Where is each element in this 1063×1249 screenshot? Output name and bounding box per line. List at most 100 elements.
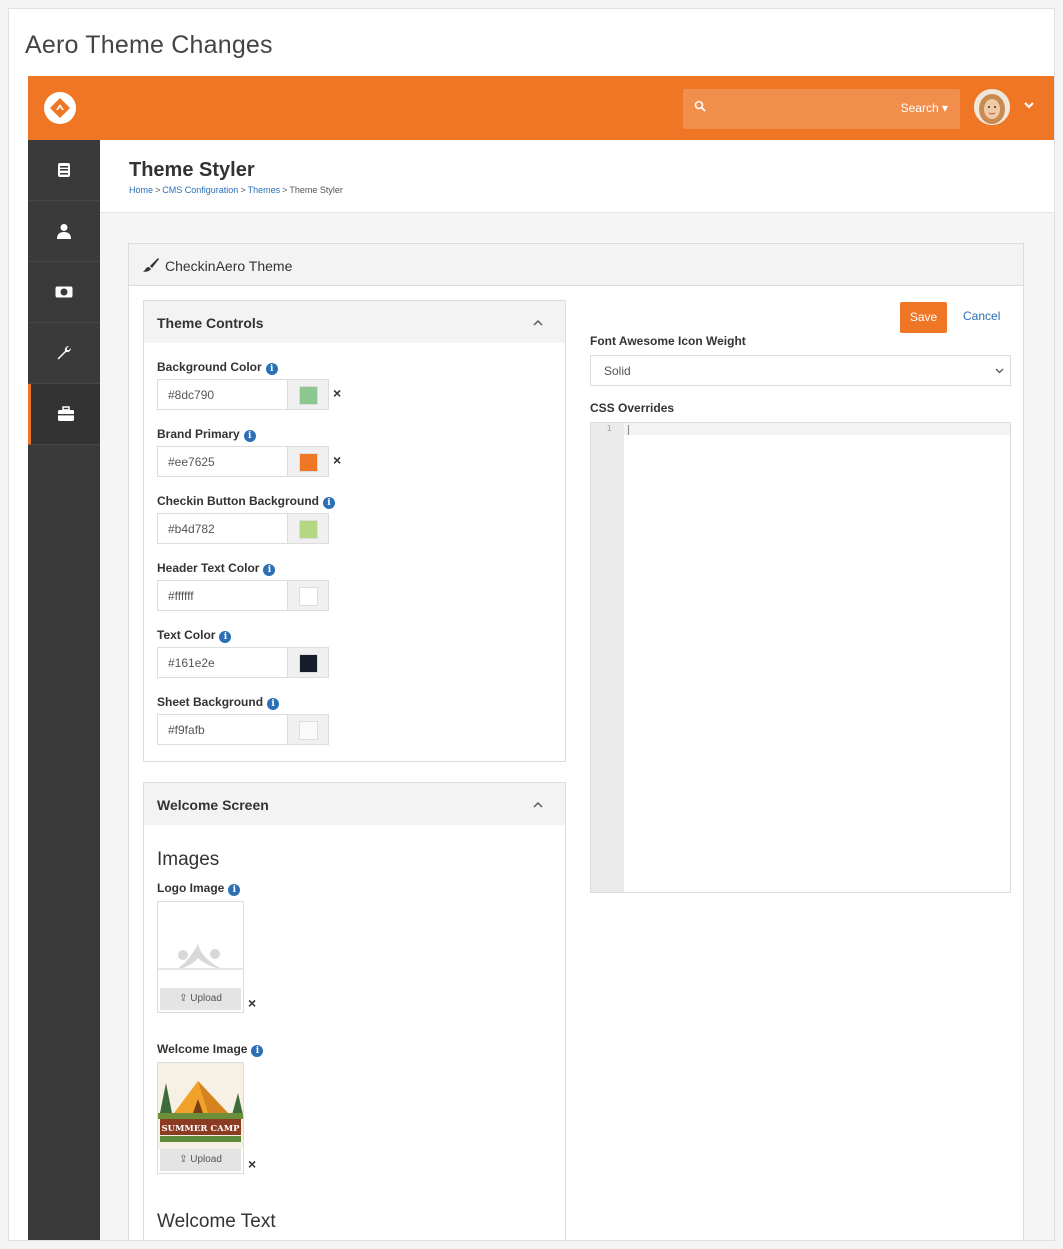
breadcrumb-themes[interactable]: Themes: [248, 185, 281, 195]
editor-gutter: 1: [591, 423, 624, 892]
chevron-up-icon[interactable]: [533, 319, 543, 327]
theme-card: CheckinAero Theme Theme Controls Backgro…: [128, 243, 1024, 1240]
color-picker-button[interactable]: [288, 446, 329, 477]
color-swatch: [299, 587, 318, 606]
color-picker-button[interactable]: [288, 580, 329, 611]
wrench-icon: [57, 345, 72, 360]
header-text-color-input[interactable]: #ffffff: [157, 580, 288, 611]
page-title: Theme Styler: [129, 159, 255, 181]
remove-image-button[interactable]: ×: [248, 995, 256, 1011]
font-weight-select[interactable]: Solid: [590, 355, 1011, 386]
breadcrumb-home[interactable]: Home: [129, 185, 153, 195]
chevron-down-icon[interactable]: [1022, 98, 1036, 112]
panel-title: Theme Controls: [157, 315, 264, 331]
search-input[interactable]: Search ▾: [683, 89, 960, 129]
info-icon[interactable]: i: [267, 698, 280, 710]
images-heading: Images: [157, 849, 220, 870]
theme-controls-header[interactable]: Theme Controls: [144, 301, 565, 343]
app-window: Search ▾ Theme Styler Home > CMS Configu…: [28, 76, 1054, 1240]
checkin-button-background-input[interactable]: #b4d782: [157, 513, 288, 544]
book-icon: [58, 163, 70, 177]
css-code-editor[interactable]: 1: [590, 422, 1011, 893]
page-header: Theme Styler Home > CMS Configuration > Them…: [100, 140, 1054, 213]
chevron-down-icon: [995, 368, 1004, 374]
info-icon[interactable]: i: [219, 631, 232, 643]
info-icon[interactable]: i: [251, 1045, 264, 1057]
field-label: Text Color i: [157, 628, 232, 643]
sidebar-item-admin[interactable]: [28, 384, 100, 445]
rock-logo-icon[interactable]: [44, 92, 76, 124]
sheet-background-input[interactable]: #f9fafb: [157, 714, 288, 745]
top-bar: Search ▾: [28, 76, 1054, 140]
color-picker-button[interactable]: [288, 647, 329, 678]
breadcrumb-separator: >: [155, 185, 161, 195]
sidebar-item-tools[interactable]: [28, 323, 100, 384]
placeholder-image-icon: [158, 944, 243, 970]
screenshot-frame: Aero Theme Changes Search ▾ Theme Styler…: [8, 8, 1055, 1241]
breadcrumb-cms-configuration[interactable]: CMS Configuration: [162, 185, 238, 195]
sidebar-item-content[interactable]: [28, 140, 100, 201]
color-swatch: [299, 654, 318, 673]
info-icon[interactable]: i: [265, 363, 278, 375]
upload-icon: ⇪: [179, 1154, 188, 1165]
document-title: Aero Theme Changes: [25, 31, 273, 59]
field-label: Header Text Color i: [157, 561, 276, 576]
avatar[interactable]: [974, 89, 1010, 125]
info-icon[interactable]: i: [243, 430, 256, 442]
select-value: Solid: [604, 364, 631, 378]
briefcase-icon: [57, 406, 74, 421]
person-icon: [57, 224, 71, 239]
field-label: Logo Image i: [157, 881, 241, 896]
welcome-image-picker[interactable]: SUMMER CAMP ⇪ Upload: [157, 1062, 244, 1174]
css-overrides-label: CSS Overrides: [590, 401, 675, 415]
info-icon[interactable]: i: [263, 564, 276, 576]
field-label: Sheet Background i: [157, 695, 280, 710]
color-swatch: [299, 453, 318, 472]
theme-controls-panel: Theme Controls Background Color i #8dc790…: [143, 300, 566, 762]
color-picker-button[interactable]: [288, 379, 329, 410]
background-color-input[interactable]: #8dc790: [157, 379, 288, 410]
info-icon[interactable]: i: [228, 884, 241, 896]
text-color-input[interactable]: #161e2e: [157, 647, 288, 678]
field-label: Checkin Button Background i: [157, 494, 336, 509]
color-picker-button[interactable]: [288, 714, 329, 745]
color-swatch: [299, 520, 318, 539]
logo-image-picker[interactable]: ⇪ Upload: [157, 901, 244, 1013]
sidebar-item-people[interactable]: [28, 201, 100, 262]
sidebar: [28, 140, 100, 1240]
welcome-screen-panel: Welcome Screen Images Logo Image i ⇪ Upl…: [143, 782, 566, 1240]
upload-button[interactable]: ⇪ Upload: [160, 1149, 241, 1171]
summer-camp-label: SUMMER CAMP: [161, 1124, 240, 1134]
info-icon[interactable]: i: [323, 497, 336, 509]
field-label: Background Color i: [157, 360, 278, 375]
panel-title: Welcome Screen: [157, 797, 269, 813]
card-header: CheckinAero Theme: [129, 244, 1023, 286]
color-swatch: [299, 386, 318, 405]
welcome-text-heading: Welcome Text: [157, 1211, 276, 1232]
welcome-image: SUMMER CAMP: [158, 1063, 243, 1149]
upload-icon: ⇪: [179, 993, 188, 1004]
sidebar-item-finance[interactable]: [28, 262, 100, 323]
search-button[interactable]: Search ▾: [901, 101, 948, 115]
money-icon: [55, 286, 73, 298]
field-label: Welcome Image i: [157, 1042, 264, 1057]
save-button[interactable]: Save: [900, 302, 947, 333]
color-picker-button[interactable]: [288, 513, 329, 544]
text-cursor: [628, 425, 629, 435]
cancel-button[interactable]: Cancel: [963, 309, 1000, 323]
remove-image-button[interactable]: ×: [248, 1156, 256, 1172]
main-content: Theme Styler Home > CMS Configuration > Them…: [100, 140, 1054, 1240]
upload-button[interactable]: ⇪ Upload: [160, 988, 241, 1010]
breadcrumb-separator: >: [240, 185, 246, 195]
clear-color-button[interactable]: ×: [333, 452, 341, 468]
welcome-screen-header[interactable]: Welcome Screen: [144, 783, 565, 825]
brand-primary-input[interactable]: #ee7625: [157, 446, 288, 477]
card-title: CheckinAero Theme: [165, 258, 293, 274]
color-swatch: [299, 721, 318, 740]
line-number: 1: [607, 424, 612, 433]
clear-color-button[interactable]: ×: [333, 385, 341, 401]
chevron-up-icon[interactable]: [533, 801, 543, 809]
field-label: Brand Primary i: [157, 427, 256, 442]
font-weight-label: Font Awesome Icon Weight: [590, 334, 746, 348]
paint-brush-icon: [143, 258, 159, 272]
